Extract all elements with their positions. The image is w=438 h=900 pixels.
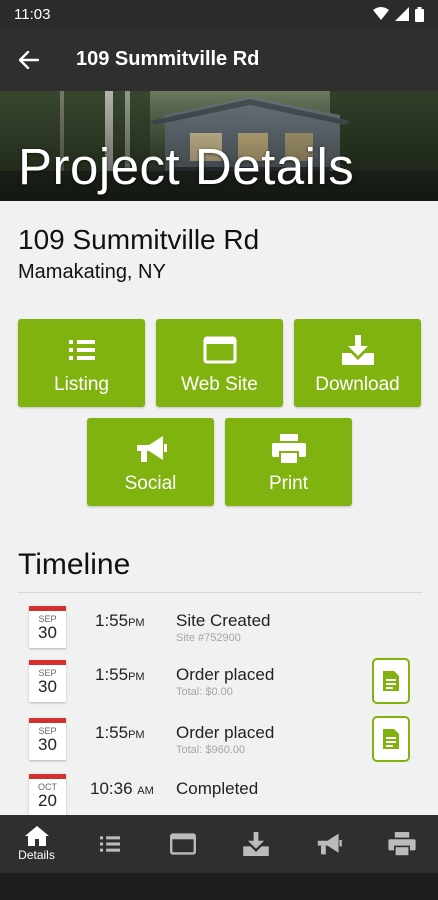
property-address: 109 Summitville Rd — [18, 224, 260, 255]
document-icon — [383, 671, 399, 691]
event-time: 10:36 AM — [90, 779, 154, 798]
calendar-icon: SEP 30 — [29, 718, 66, 760]
website-button[interactable]: Web Site — [156, 319, 283, 407]
list-icon — [99, 836, 120, 852]
event-title: Completed — [176, 779, 259, 798]
timeline-row: SEP 30 1:55PM Site Created Site #752900 — [0, 606, 438, 662]
order-document-button[interactable] — [372, 716, 410, 762]
download-icon — [242, 832, 269, 856]
calendar-icon: SEP 30 — [29, 606, 66, 648]
megaphone-icon — [135, 434, 167, 464]
hero-title: Project Details — [18, 138, 355, 195]
listing-label: Listing — [54, 374, 109, 395]
calendar-day: 30 — [38, 623, 57, 642]
app-bar-title: 109 Summitville Rd — [76, 48, 260, 70]
website-label: Web Site — [181, 374, 258, 395]
gesture-bar — [0, 873, 438, 900]
property-city: Mamakating, NY — [18, 261, 166, 283]
event-time: 1:55PM — [95, 611, 145, 630]
nav-listing[interactable] — [73, 815, 146, 873]
listing-button[interactable]: Listing — [18, 319, 145, 407]
back-arrow-icon — [19, 50, 39, 69]
home-icon — [24, 826, 49, 846]
calendar-day: 20 — [38, 791, 57, 810]
printer-icon — [387, 832, 416, 856]
list-icon — [68, 335, 95, 365]
status-bar: 11:03 — [0, 0, 438, 28]
calendar-day: 30 — [38, 735, 57, 754]
nav-download[interactable] — [219, 815, 292, 873]
download-label: Download — [315, 374, 400, 395]
download-icon — [341, 335, 374, 365]
event-title: Order placed — [176, 723, 275, 742]
hero-banner: Project Details — [0, 91, 438, 201]
event-subtitle: Total: $960.00 — [176, 744, 246, 756]
bottom-nav: Details — [0, 815, 438, 873]
nav-social[interactable] — [292, 815, 365, 873]
event-time: 1:55PM — [95, 723, 145, 742]
event-subtitle: Site #752900 — [176, 632, 241, 644]
print-label: Print — [268, 473, 309, 494]
nav-print[interactable] — [365, 815, 438, 873]
printer-icon — [271, 434, 306, 464]
event-subtitle: Total: $0.00 — [176, 686, 233, 698]
calendar-icon: OCT 20 — [29, 774, 66, 816]
back-button[interactable] — [0, 28, 58, 91]
event-title: Order placed — [176, 665, 275, 684]
event-title: Site Created — [176, 611, 271, 630]
print-button[interactable]: Print — [225, 418, 352, 506]
status-time: 11:03 — [14, 5, 51, 23]
order-document-button[interactable] — [372, 658, 410, 704]
browser-window-icon — [203, 335, 237, 365]
status-icons — [373, 6, 424, 22]
document-icon — [383, 729, 399, 749]
app-bar: 109 Summitville Rd — [0, 28, 438, 91]
calendar-icon: SEP 30 — [29, 660, 66, 702]
megaphone-icon — [317, 833, 342, 855]
browser-window-icon — [169, 833, 196, 855]
battery-icon — [415, 6, 424, 22]
download-button[interactable]: Download — [294, 319, 421, 407]
timeline-title: Timeline — [18, 548, 131, 581]
divider — [18, 592, 422, 593]
social-button[interactable]: Social — [87, 418, 214, 506]
nav-details[interactable]: Details — [0, 815, 73, 873]
signal-icon — [395, 7, 409, 21]
nav-website[interactable] — [146, 815, 219, 873]
event-time: 1:55PM — [95, 665, 145, 684]
wifi-icon — [373, 7, 389, 20]
social-label: Social — [124, 473, 177, 494]
calendar-day: 30 — [38, 677, 57, 696]
nav-details-label: Details — [18, 848, 55, 862]
